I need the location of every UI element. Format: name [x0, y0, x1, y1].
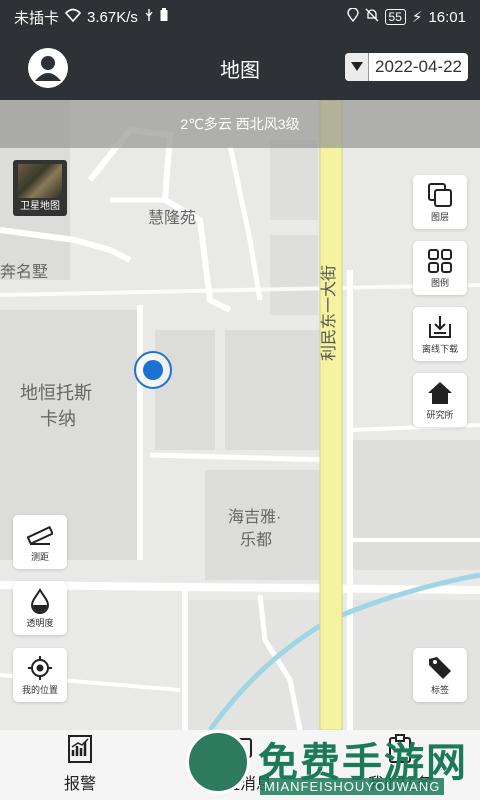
message-icon — [228, 738, 252, 758]
location-pin-icon — [346, 7, 359, 26]
institute-label: 研究所 — [426, 409, 454, 420]
my-location-label: 我的位置 — [21, 684, 58, 695]
layers-label: 图层 — [430, 211, 449, 222]
offline-download-label: 离线下载 — [421, 343, 458, 354]
nav-messages-label: 图斑消息 — [207, 776, 272, 793]
legend-label: 图例 — [430, 277, 449, 288]
map-label-road: 利民东一大街 — [321, 265, 338, 362]
home-icon — [428, 381, 452, 404]
map-view[interactable]: 2℃多云 西北风3级 慧隆苑 奔名墅 地恒托斯 卡纳 海吉雅· 乐都 利民东一大… — [0, 100, 480, 730]
opacity-icon — [30, 587, 50, 614]
alarm-chart-icon — [68, 735, 92, 763]
satellite-map-button[interactable]: 卫星地图 — [13, 160, 67, 216]
map-label-mingshu: 奔名墅 — [0, 264, 49, 281]
tag-icon — [429, 656, 451, 679]
satellite-label: 卫星地图 — [20, 201, 60, 212]
legend-icon — [428, 248, 452, 273]
offline-download-icon — [429, 315, 451, 338]
usb-icon — [144, 8, 154, 26]
weather-banner: 2℃多云 西北风3级 — [0, 100, 480, 148]
layers-button[interactable]: 图层 — [413, 175, 467, 229]
battery-small-icon — [160, 8, 168, 26]
clock: 16:01 — [428, 8, 466, 26]
nav-tasks-label: 我的任务 — [367, 776, 432, 793]
opacity-button[interactable]: 透明度 — [13, 581, 67, 635]
map-label-huilongyuan: 慧隆苑 — [148, 210, 197, 227]
legend-button[interactable]: 图例 — [413, 241, 467, 295]
measure-distance-button[interactable]: 测距 — [13, 515, 67, 569]
current-location-marker — [134, 351, 172, 389]
map-label-dihengtuo-line1: 地恒托斯 — [20, 383, 92, 403]
app-header: 地图 2022-04-22 — [0, 34, 480, 100]
nav-alarm[interactable]: 报警 — [0, 730, 160, 800]
nav-alarm-label: 报警 — [63, 776, 96, 793]
wifi-icon — [64, 8, 82, 26]
charging-icon: ⚡ — [411, 9, 423, 26]
measure-distance-label: 测距 — [30, 551, 49, 562]
nav-messages[interactable]: 图斑消息 — [160, 730, 320, 800]
tag-label: 标签 — [430, 684, 449, 695]
offline-download-button[interactable]: 离线下载 — [413, 307, 467, 361]
sim-status: 未插卡 — [14, 9, 60, 27]
satellite-thumbnail — [18, 164, 62, 198]
status-bar: 未插卡 3.67K/s 55 ⚡ 16:01 — [0, 0, 480, 34]
tag-button[interactable]: 标签 — [413, 648, 467, 702]
layers-icon — [428, 182, 452, 207]
mute-icon — [365, 8, 379, 26]
battery-level: 55 — [384, 9, 406, 25]
map-label-dihengtuo-line2: 卡纳 — [40, 409, 76, 429]
institute-button[interactable]: 研究所 — [413, 373, 467, 427]
date-value: 2022-04-22 — [375, 57, 462, 76]
nav-tasks[interactable]: 我的任务 — [320, 730, 480, 800]
ruler-icon — [27, 525, 53, 545]
dropdown-arrow-icon[interactable] — [345, 53, 370, 81]
task-icon — [389, 734, 411, 763]
date-selector[interactable]: 2022-04-22 — [345, 53, 468, 81]
map-label-haijiya-line2: 乐都 — [240, 532, 273, 549]
opacity-label: 透明度 — [26, 617, 54, 628]
network-speed: 3.67K/s — [87, 8, 138, 26]
bottom-nav: 报警 图斑消息 我的任务 — [0, 730, 480, 800]
my-location-button[interactable]: 我的位置 — [13, 648, 67, 702]
my-location-icon — [28, 655, 52, 680]
